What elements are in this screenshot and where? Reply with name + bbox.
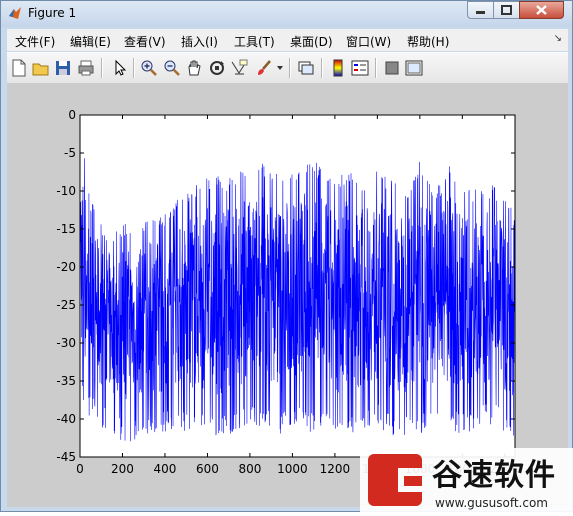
menu-bar: 文件(F) 编辑(E) 查看(V) 插入(I) 工具(T) 桌面(D) 窗口(W… <box>7 29 568 51</box>
open-file-icon[interactable] <box>32 59 50 77</box>
minimize-icon <box>476 11 485 14</box>
y-tick-label: -40 <box>56 412 76 426</box>
matlab-logo-icon <box>9 7 21 19</box>
x-tick-label: 600 <box>196 462 219 476</box>
menu-help[interactable]: 帮助(H) <box>407 33 449 50</box>
colorbar-icon[interactable] <box>329 59 347 77</box>
figure-toolbar <box>7 52 568 84</box>
x-tick-label: 0 <box>76 462 84 476</box>
figure-canvas: 0200400600800100012001400160018002000 0-… <box>7 83 568 507</box>
title-bar[interactable]: Figure 1 <box>1 1 572 27</box>
menu-tools[interactable]: 工具(T) <box>234 33 275 50</box>
zoom-out-icon[interactable] <box>163 59 181 77</box>
menu-file[interactable]: 文件(F) <box>15 33 55 50</box>
x-tick-label: 200 <box>111 462 134 476</box>
menu-window[interactable]: 窗口(W) <box>346 33 391 50</box>
close-button[interactable] <box>519 1 564 19</box>
x-tick-label: 1000 <box>277 462 308 476</box>
y-tick-label: 0 <box>68 108 76 122</box>
y-tick-label: -20 <box>56 260 76 274</box>
minimize-button[interactable] <box>467 1 494 19</box>
window-title: Figure 1 <box>28 6 77 20</box>
x-tick-label: 400 <box>154 462 177 476</box>
pan-icon[interactable] <box>185 59 203 77</box>
maximize-icon <box>501 5 512 15</box>
hide-plot-tools-icon[interactable] <box>383 59 401 77</box>
x-tick-label: 800 <box>238 462 261 476</box>
maximize-button[interactable] <box>493 1 520 19</box>
y-tick-label: -10 <box>56 184 76 198</box>
watermark-url: www.gususoft.com <box>435 496 548 510</box>
show-plot-tools-icon[interactable] <box>405 59 423 77</box>
pointer-icon[interactable] <box>111 59 129 77</box>
plot-svg: 0200400600800100012001400160018002000 0-… <box>56 108 520 476</box>
brush-dropdown-icon[interactable] <box>277 66 283 71</box>
menu-view[interactable]: 查看(V) <box>124 33 166 50</box>
close-icon <box>536 5 547 15</box>
menu-insert[interactable]: 插入(I) <box>181 33 218 50</box>
menu-edit[interactable]: 编辑(E) <box>70 33 111 50</box>
y-tick-label: -5 <box>64 146 76 160</box>
figure-window: Figure 1 文件(F) 编辑(E) 查看(V) 插入(I) 工具(T) 桌… <box>0 0 573 512</box>
save-icon[interactable] <box>54 59 72 77</box>
x-tick-label: 1200 <box>320 462 351 476</box>
brush-icon[interactable] <box>255 59 273 77</box>
data-cursor-icon[interactable] <box>230 59 248 77</box>
print-icon[interactable] <box>77 59 95 77</box>
new-figure-icon[interactable] <box>10 59 28 77</box>
zoom-in-icon[interactable] <box>140 59 158 77</box>
menu-desktop[interactable]: 桌面(D) <box>290 33 333 50</box>
legend-icon[interactable] <box>351 59 369 77</box>
y-tick-label: -15 <box>56 222 76 236</box>
menu-dock-arrow-icon[interactable]: ↘ <box>554 33 562 44</box>
y-tick-label: -30 <box>56 336 76 350</box>
y-tick-label: -25 <box>56 298 76 312</box>
y-tick-label: -35 <box>56 374 76 388</box>
rotate-3d-icon[interactable] <box>208 59 226 77</box>
watermark-name: 谷速软件 <box>432 458 556 493</box>
y-tick-label: -45 <box>56 450 76 464</box>
link-plot-icon[interactable] <box>297 59 315 77</box>
watermark-logo: 谷速软件 www.gususoft.com <box>360 448 573 512</box>
